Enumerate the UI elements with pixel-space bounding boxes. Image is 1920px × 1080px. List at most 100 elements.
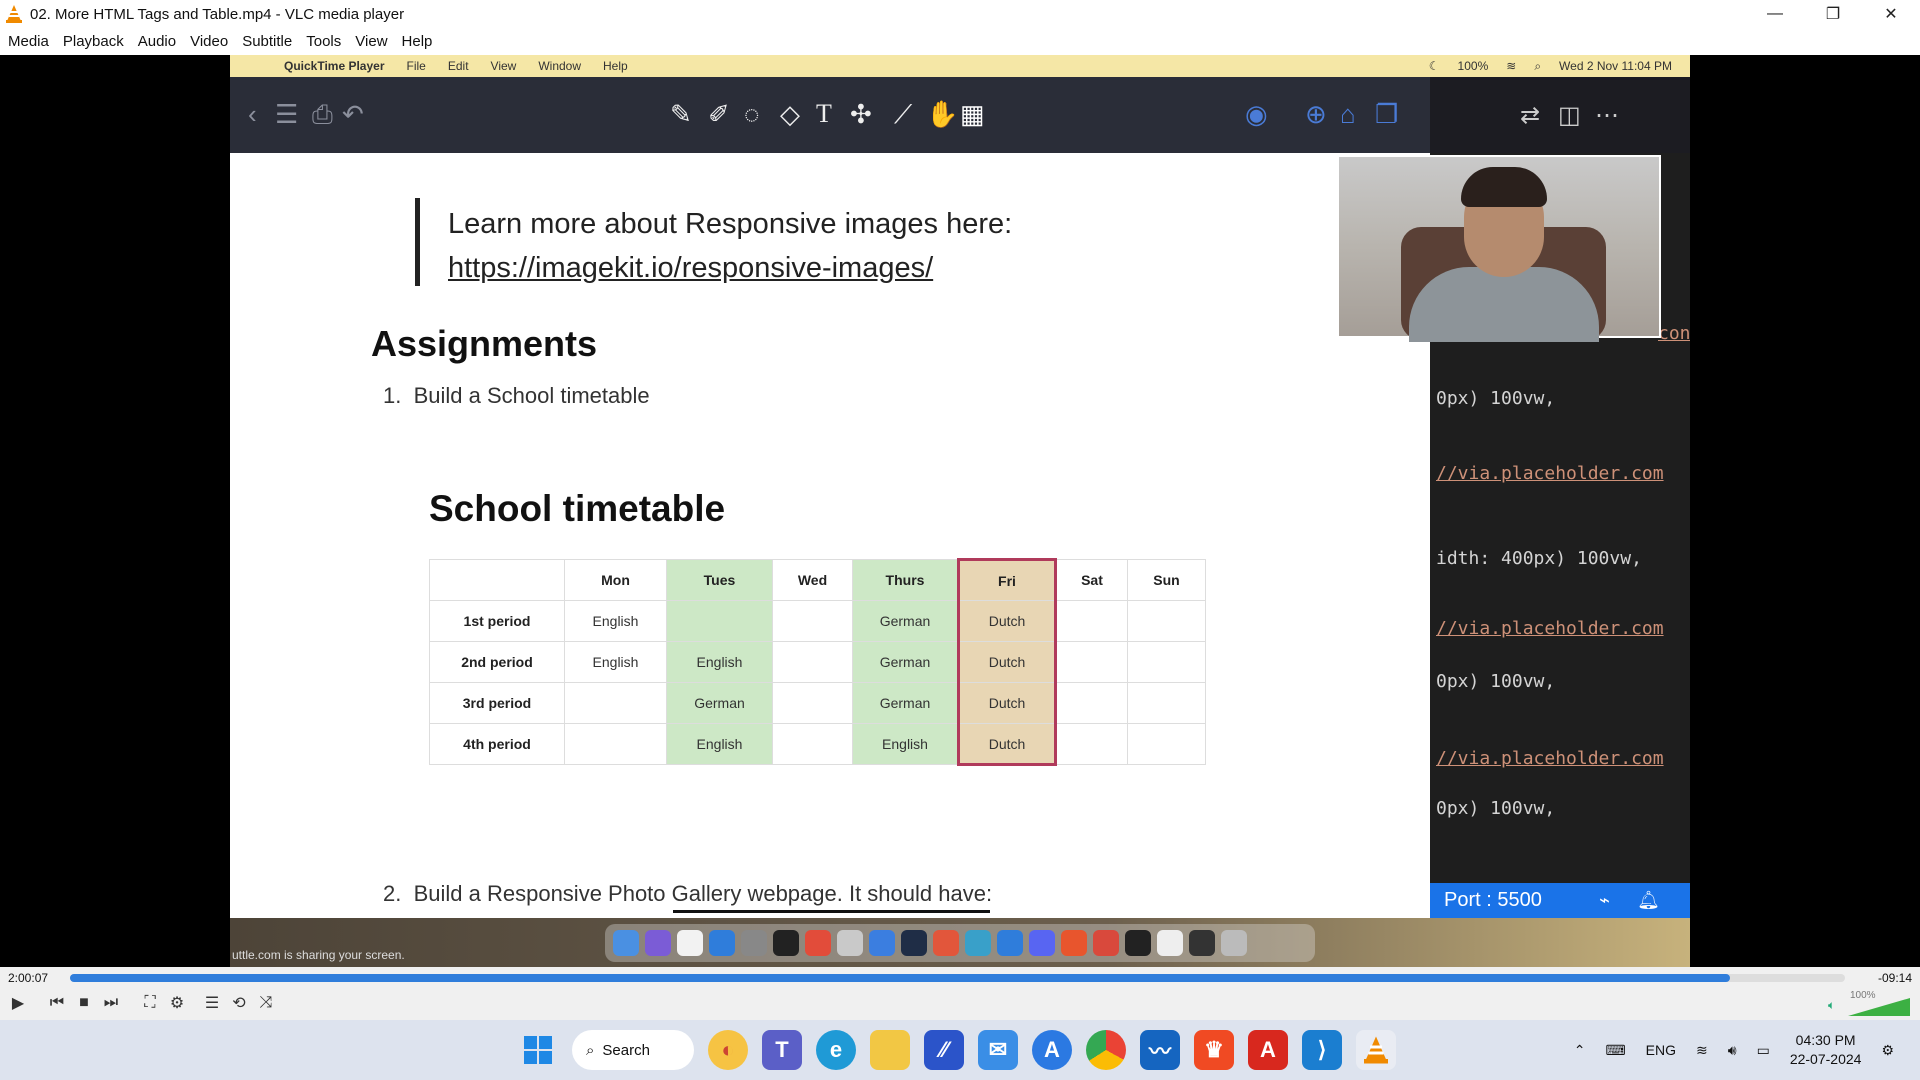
previous-icon[interactable]: ⏮ (45, 991, 69, 1015)
menu-view[interactable]: View (351, 33, 395, 50)
table-row: 4th period English English Dutch (429, 723, 1206, 766)
vlc-icon[interactable] (1356, 1030, 1396, 1070)
back-icon: ‹ (248, 99, 257, 129)
app-icon (901, 930, 927, 956)
menu-tools[interactable]: Tools (302, 33, 349, 50)
seek-bar[interactable] (70, 974, 1845, 982)
system-tray: ⌃ ⌨ ENG ≋ 🔊︎ ▭ 04:30 PM 22-07-2024 ⚙ (1574, 1020, 1920, 1080)
code-line: //via.placeholder.com (1436, 463, 1664, 484)
menu-playback[interactable]: Playback (59, 33, 132, 50)
trash-icon (1221, 930, 1247, 956)
assignments-heading: Assignments (371, 323, 598, 364)
clock-time: 04:30 PM (1795, 1032, 1856, 1048)
notification-icon[interactable]: ⚙ (1881, 1042, 1894, 1059)
teams-icon[interactable]: T (762, 1030, 802, 1070)
loop-icon[interactable]: ⟲ (227, 991, 251, 1015)
mac-menu-file: File (406, 59, 426, 73)
app-icon (645, 930, 671, 956)
person-icon: ◉ (1245, 99, 1268, 129)
volume-icon[interactable]: 🔊︎ (1728, 1042, 1737, 1059)
table-cell: 1st period (429, 600, 565, 642)
webcam-overlay (1337, 155, 1661, 342)
editor-toolbar: ⇄ ◫ ⋯ (1430, 77, 1690, 153)
play-icon[interactable]: ▶ (6, 991, 30, 1015)
mac-menubar: QuickTime Player File Edit View Window H… (230, 55, 1690, 77)
app-icon[interactable]: ⁄⁄ (924, 1030, 964, 1070)
menu-subtitle[interactable]: Subtitle (238, 33, 300, 50)
battery-icon[interactable]: ▭ (1757, 1042, 1770, 1059)
chevron-up-icon[interactable]: ⌃ (1574, 1042, 1586, 1059)
table-row: 3rd period German German Dutch (429, 682, 1206, 724)
grid-icon: ▦ (960, 99, 985, 129)
timetable: Mon Tues Wed Thurs Fri Sat Sun 1st perio… (429, 558, 1206, 766)
menu-media[interactable]: Media (4, 33, 57, 50)
stop-icon[interactable]: ■ (72, 991, 96, 1015)
compare-icon: ⇄ (1520, 102, 1541, 129)
maximize-button[interactable]: ❐ (1804, 0, 1862, 28)
quote-text: Learn more about Responsive images here: (448, 208, 1013, 240)
windows-start-icon[interactable] (518, 1030, 558, 1070)
edge-icon[interactable]: e (816, 1030, 856, 1070)
fullscreen-icon[interactable]: ⛶ (138, 991, 162, 1015)
brave-icon[interactable]: ♛ (1194, 1030, 1234, 1070)
next-icon[interactable]: ⏭ (99, 991, 123, 1015)
menu-video[interactable]: Video (186, 33, 236, 50)
appstore-icon (709, 930, 735, 956)
vscode-icon[interactable]: ⟩ (1302, 1030, 1342, 1070)
mac-dock (605, 924, 1315, 962)
seek-progress (70, 974, 1730, 982)
app-icon (773, 930, 799, 956)
menu-help[interactable]: Help (398, 33, 441, 50)
volume-slider[interactable]: 🔈︎ 100% (1820, 990, 1910, 1016)
share-icon: ⎙ (312, 99, 333, 129)
language-indicator[interactable]: ENG (1646, 1042, 1676, 1058)
windows-taskbar: ⌕ Search ◐ T e ⁄⁄ ✉ A 〰 ♛ A ⟩ ⌃ ⌨ ENG ≋ … (0, 1020, 1920, 1080)
table-header: Sun (1127, 559, 1206, 601)
taskbar-apps: ⌕ Search ◐ T e ⁄⁄ ✉ A 〰 ♛ A ⟩ (518, 1030, 1396, 1070)
table-header (429, 559, 565, 601)
shuffle-icon[interactable]: ⤨ (254, 991, 278, 1015)
clock[interactable]: 04:30 PM 22-07-2024 (1790, 1031, 1862, 1069)
taskbar-search[interactable]: ⌕ Search (572, 1030, 694, 1070)
table-cell: 3rd period (429, 682, 565, 724)
table-header: Thurs (852, 559, 959, 601)
code-line: 0px) 100vw, (1436, 388, 1556, 409)
close-button[interactable]: ✕ (1862, 0, 1920, 28)
timetable-title: School timetable (429, 488, 726, 529)
table-cell: German (852, 682, 959, 724)
file-explorer-icon[interactable] (870, 1030, 910, 1070)
split-editor-icon: ◫ (1558, 102, 1581, 129)
menu-audio[interactable]: Audio (134, 33, 184, 50)
vlc-cone-icon (6, 5, 22, 23)
table-cell (1127, 641, 1206, 683)
keyboard-icon[interactable]: ⌨ (1605, 1042, 1625, 1059)
wifi-icon[interactable]: ≋ (1696, 1042, 1708, 1059)
mail-icon[interactable]: ✉ (978, 1030, 1018, 1070)
undo-icon: ↶ (342, 99, 364, 129)
table-row: 1st period English German Dutch (429, 600, 1206, 642)
app-icon (1157, 930, 1183, 956)
table-cell: 2nd period (429, 641, 565, 683)
search-label: Search (602, 1041, 650, 1059)
mac-datetime: Wed 2 Nov 11:04 PM (1559, 59, 1672, 73)
chrome-icon[interactable] (1086, 1030, 1126, 1070)
app-icon[interactable]: 〰 (1140, 1030, 1180, 1070)
minimize-button[interactable]: — (1746, 0, 1804, 28)
acrobat-icon[interactable]: A (1248, 1030, 1288, 1070)
video-area[interactable]: QuickTime Player File Edit View Window H… (0, 55, 1920, 967)
app-store-icon[interactable]: A (1032, 1030, 1072, 1070)
table-cell: English (564, 600, 667, 642)
mac-menu-view: View (490, 59, 517, 73)
volume-wedge (1848, 998, 1910, 1016)
table-cell: 4th period (429, 723, 565, 765)
playlist-icon[interactable]: ☰ (200, 991, 224, 1015)
moon-icon: ☾ (1428, 59, 1440, 73)
extended-settings-icon[interactable]: ⚙ (165, 991, 189, 1015)
table-cell (666, 600, 773, 642)
table-cell (564, 682, 667, 724)
code-line: con (1658, 323, 1690, 344)
mac-dock-area: uttle.com is sharing your screen. (230, 918, 1690, 967)
app-icon[interactable]: ◐ (708, 1030, 748, 1070)
table-header: Tues (666, 559, 773, 601)
ruler-icon: ⟋ (894, 99, 913, 129)
